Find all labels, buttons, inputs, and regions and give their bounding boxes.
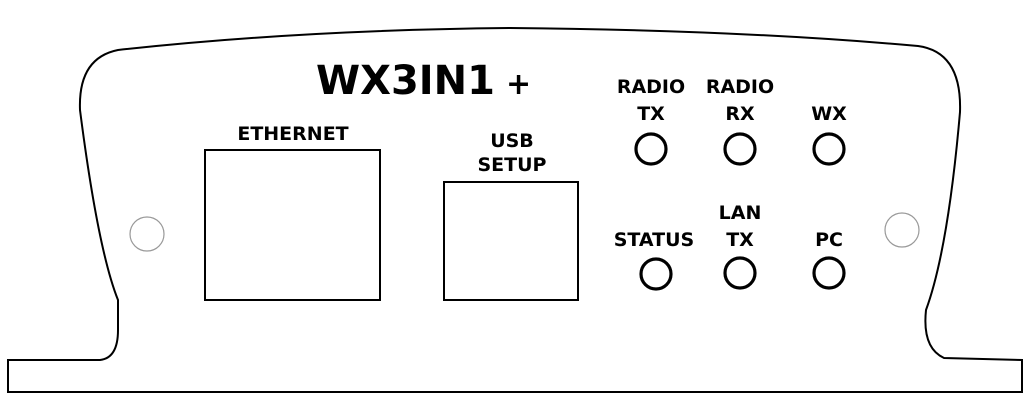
radio-tx-label-line2: TX xyxy=(637,103,665,125)
right-mounting-hole xyxy=(884,212,920,248)
status-led xyxy=(639,257,673,291)
left-mounting-hole xyxy=(129,216,165,252)
model-title: WX3IN1 xyxy=(316,58,495,104)
lan-tx-led xyxy=(723,256,757,290)
front-panel-svg: WX3IN1 + ETHERNET USB SETUP RADIO TX RAD… xyxy=(7,26,1023,393)
wx-label: WX xyxy=(811,103,847,125)
radio-rx-led xyxy=(723,132,757,166)
ethernet-port[interactable] xyxy=(204,149,381,301)
ethernet-label: ETHERNET xyxy=(237,123,348,145)
radio-tx-led xyxy=(634,132,668,166)
usb-label-line2: SETUP xyxy=(478,154,547,176)
usb-setup-port[interactable] xyxy=(443,181,579,301)
radio-tx-label-line1: RADIO xyxy=(617,76,685,98)
front-panel-diagram: WX3IN1 + ETHERNET USB SETUP RADIO TX RAD… xyxy=(0,0,1026,394)
wx-led xyxy=(812,132,846,166)
radio-rx-label-line2: RX xyxy=(725,103,755,125)
pc-led xyxy=(812,256,846,290)
lan-tx-label-line2: TX xyxy=(726,229,754,251)
radio-rx-label-line1: RADIO xyxy=(706,76,774,98)
status-label: STATUS xyxy=(614,229,694,251)
lan-tx-label-line1: LAN xyxy=(719,202,762,224)
pc-label: PC xyxy=(815,229,843,251)
model-suffix: + xyxy=(506,67,531,102)
usb-label-line1: USB xyxy=(490,130,534,152)
